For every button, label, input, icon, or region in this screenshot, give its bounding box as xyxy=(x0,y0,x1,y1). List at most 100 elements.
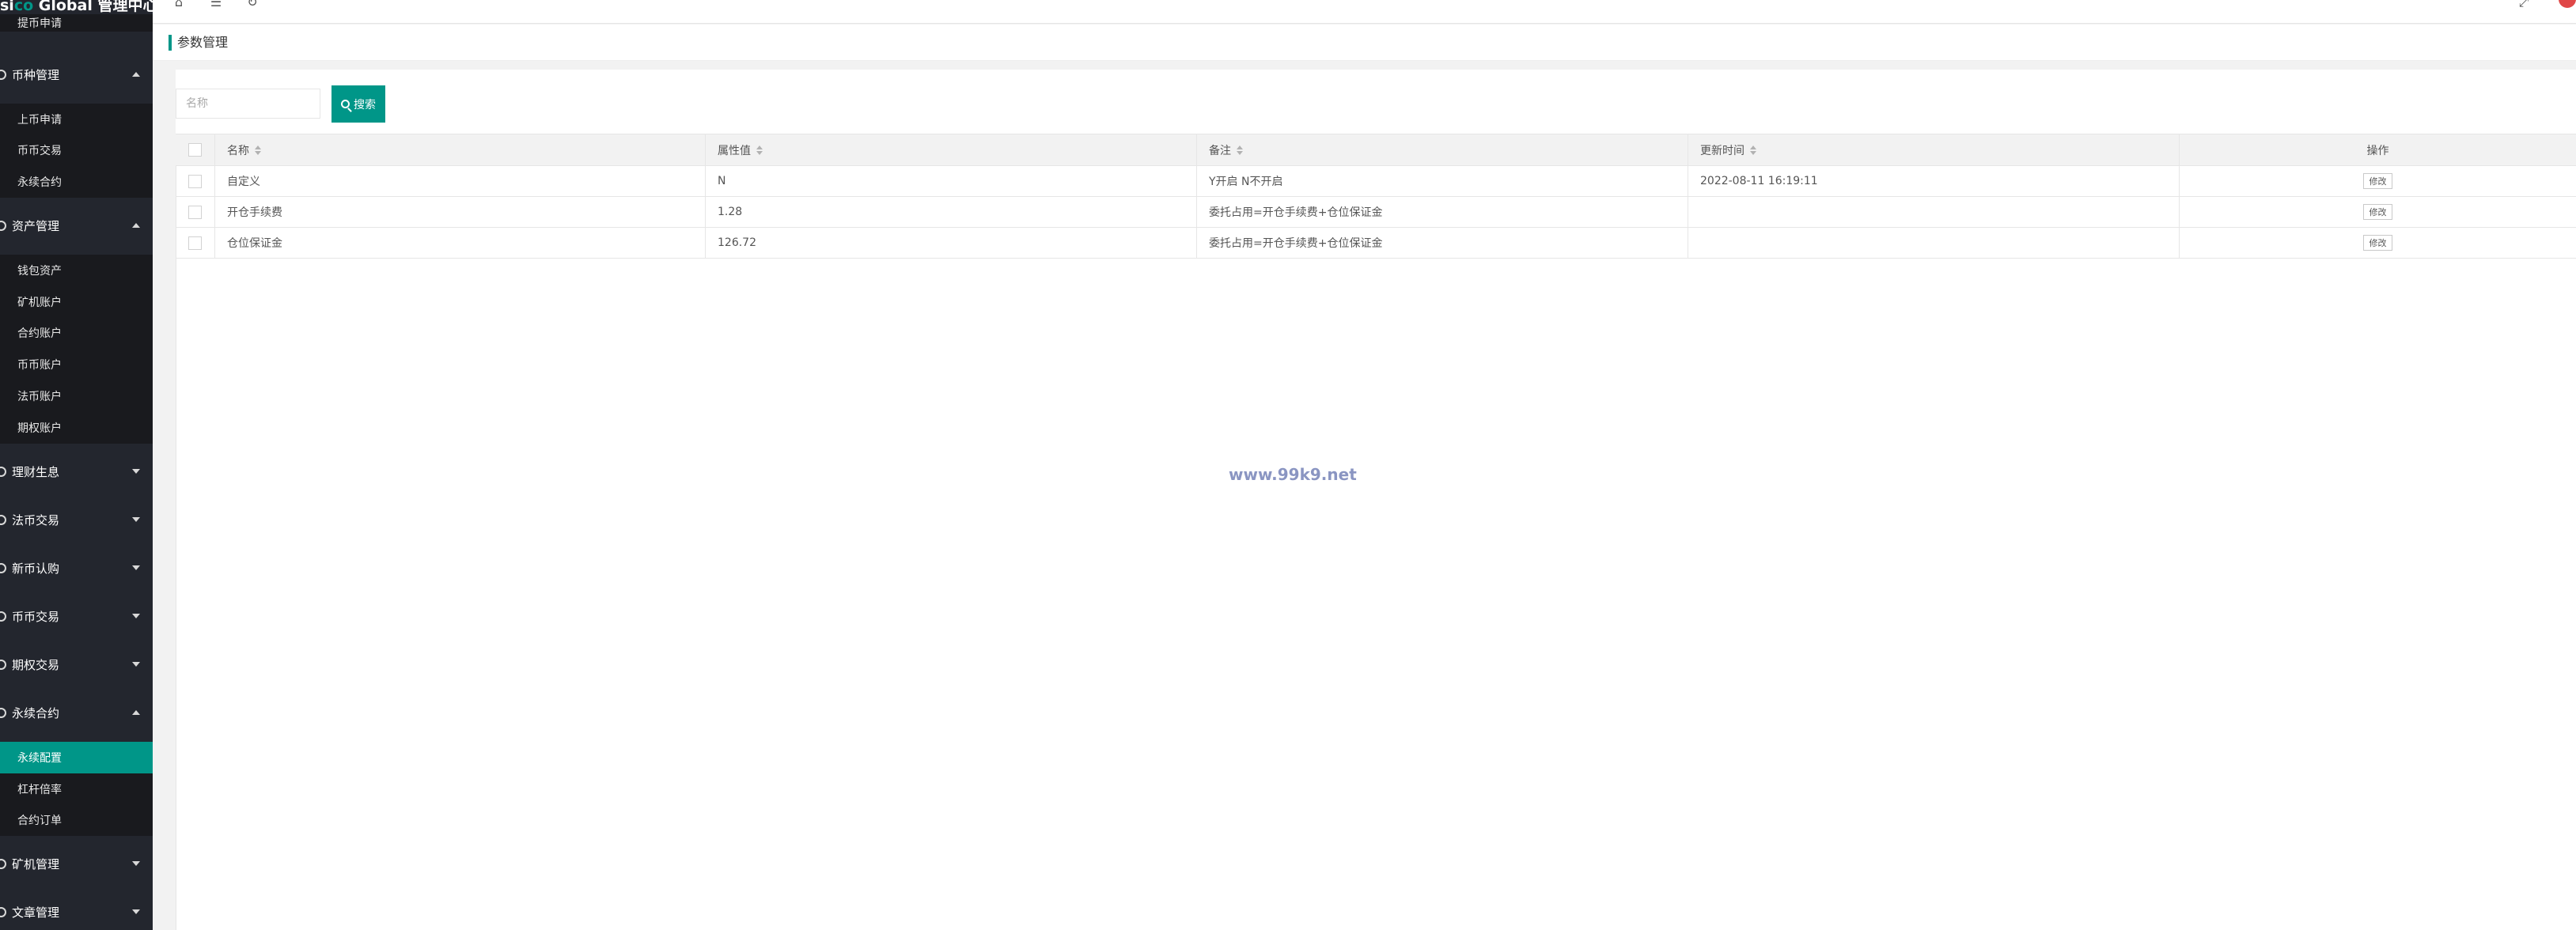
sidebar-group-options-trading[interactable]: 期权交易 xyxy=(0,648,153,680)
sort-icon[interactable] xyxy=(756,145,763,155)
content-card: 搜索 名称 属性值 备注 更新时间 操作 自定义 N Y开启 N不开启 2022… xyxy=(176,70,2576,930)
row-select-cell xyxy=(176,197,215,227)
sidebar-group-asset-management[interactable]: 资产管理 xyxy=(0,210,153,241)
sidebar-item-perpetual[interactable]: 永续合约 xyxy=(0,166,153,198)
edit-button[interactable]: 修改 xyxy=(2363,204,2392,220)
sidebar-group-label: 文章管理 xyxy=(12,905,60,920)
refresh-icon[interactable]: ↻ xyxy=(245,0,259,9)
sidebar-item-label: 永续配置 xyxy=(17,752,62,765)
table-row: 仓位保证金 126.72 委托占用=开仓手续费+仓位保证金 修改 xyxy=(176,228,2576,259)
wealth-icon xyxy=(0,466,6,477)
chevron-down-icon xyxy=(132,662,140,667)
sidebar-item-label: 法币账户 xyxy=(17,391,62,403)
search-input[interactable] xyxy=(176,89,320,119)
sidebar-item-label: 钱包资产 xyxy=(17,265,62,278)
subscription-icon xyxy=(0,562,6,573)
sort-icon[interactable] xyxy=(1750,145,1756,155)
cell-value: N xyxy=(706,166,1197,196)
sidebar-item-fiat-account[interactable]: 法币账户 xyxy=(0,380,153,412)
sidebar-item-wallet-assets[interactable]: 钱包资产 xyxy=(0,255,153,286)
watermark: www.99k9.net xyxy=(1229,465,1357,484)
sidebar-item-listing-request[interactable]: 上币申请 xyxy=(0,104,153,135)
sidebar-item-perpetual-config[interactable]: 永续配置 xyxy=(0,742,153,773)
page-title: 参数管理 xyxy=(177,35,229,50)
sidebar-group-label: 法币交易 xyxy=(12,512,60,527)
sort-icon[interactable] xyxy=(255,145,261,155)
column-header-remark[interactable]: 备注 xyxy=(1197,134,1688,165)
sidebar-item-label: 提币申请 xyxy=(17,17,62,30)
header-label: 备注 xyxy=(1209,144,1231,157)
column-header-value[interactable]: 属性值 xyxy=(706,134,1197,165)
sidebar-group-fiat-trading[interactable]: 法币交易 xyxy=(0,504,153,535)
edit-button[interactable]: 修改 xyxy=(2363,235,2392,251)
home-icon[interactable]: ⌂ xyxy=(172,0,186,9)
sidebar-item-label: 上币申请 xyxy=(17,114,62,127)
sidebar-group-wealth[interactable]: 理财生息 xyxy=(0,456,153,487)
cell-updated xyxy=(1688,197,2180,227)
breadcrumb: 参数管理 xyxy=(153,25,2576,61)
row-select-cell xyxy=(176,166,215,196)
sidebar-group-label: 新币认购 xyxy=(12,561,60,576)
search-button[interactable]: 搜索 xyxy=(331,85,385,123)
sort-icon[interactable] xyxy=(1237,145,1243,155)
fiat-icon xyxy=(0,514,6,525)
table-header-row: 名称 属性值 备注 更新时间 操作 xyxy=(176,134,2576,166)
column-header-action: 操作 xyxy=(2180,134,2576,165)
table-row: 开仓手续费 1.28 委托占用=开仓手续费+仓位保证金 修改 xyxy=(176,197,2576,228)
row-checkbox[interactable] xyxy=(188,174,202,188)
chevron-down-icon xyxy=(132,909,140,914)
sidebar-group-perpetual[interactable]: 永续合约 xyxy=(0,697,153,728)
article-icon xyxy=(0,906,6,917)
select-all-cell xyxy=(176,134,215,165)
sidebar-group-new-coin-subscription[interactable]: 新币认购 xyxy=(0,552,153,584)
cell-value: 1.28 xyxy=(706,197,1197,227)
params-table: 名称 属性值 备注 更新时间 操作 自定义 N Y开启 N不开启 2022-08… xyxy=(176,134,2576,259)
cell-value: 126.72 xyxy=(706,228,1197,258)
cell-remark: 委托占用=开仓手续费+仓位保证金 xyxy=(1197,228,1688,258)
sidebar-group-article-management[interactable]: 文章管理 xyxy=(0,896,153,928)
sidebar-item-spot-account[interactable]: 币币账户 xyxy=(0,349,153,380)
row-checkbox[interactable] xyxy=(188,205,202,219)
coin-icon xyxy=(0,69,6,80)
chevron-down-icon xyxy=(132,861,140,866)
sidebar-group-label: 币币交易 xyxy=(12,609,60,624)
sidebar-item-contract-account[interactable]: 合约账户 xyxy=(0,317,153,349)
column-header-updated[interactable]: 更新时间 xyxy=(1688,134,2180,165)
cell-remark: Y开启 N不开启 xyxy=(1197,166,1688,196)
sidebar-item-label: 矿机账户 xyxy=(17,297,62,309)
sidebar-group-label: 期权交易 xyxy=(12,657,60,672)
row-checkbox[interactable] xyxy=(188,236,202,250)
sidebar-item-spot-trading[interactable]: 币币交易 xyxy=(0,134,153,166)
menu-fold-icon[interactable]: ☰ xyxy=(209,0,223,9)
sidebar-item-miner-account[interactable]: 矿机账户 xyxy=(0,286,153,318)
sidebar-item-label: 币币交易 xyxy=(17,145,62,157)
cell-name: 开仓手续费 xyxy=(215,197,706,227)
select-all-checkbox[interactable] xyxy=(188,143,202,157)
sidebar-group-label: 币种管理 xyxy=(12,67,60,82)
sidebar-item-options-account[interactable]: 期权账户 xyxy=(0,412,153,444)
chevron-up-icon xyxy=(132,710,140,715)
chevron-up-icon xyxy=(132,72,140,77)
sidebar-item-contract-orders[interactable]: 合约订单 xyxy=(0,804,153,836)
avatar[interactable] xyxy=(2559,0,2576,8)
chevron-down-icon xyxy=(132,614,140,618)
sidebar-item-label: 永续合约 xyxy=(17,176,62,189)
sidebar-item-label: 合约账户 xyxy=(17,327,62,340)
cell-action: 修改 xyxy=(2180,166,2576,196)
sidebar-group-label: 矿机管理 xyxy=(12,856,60,871)
sidebar-group-miner-management[interactable]: 矿机管理 xyxy=(0,848,153,879)
edit-button[interactable]: 修改 xyxy=(2363,173,2392,189)
sidebar-item-leverage[interactable]: 杠杆倍率 xyxy=(0,773,153,805)
fullscreen-icon[interactable]: ⤢ xyxy=(2517,0,2531,9)
chevron-down-icon xyxy=(132,517,140,522)
chevron-up-icon xyxy=(132,223,140,228)
sidebar-group-coin-management[interactable]: 币种管理 xyxy=(0,59,153,90)
column-header-name[interactable]: 名称 xyxy=(215,134,706,165)
sidebar-group-label: 资产管理 xyxy=(12,218,60,233)
app-logo: sico Global 管理中心 xyxy=(0,0,153,14)
header-label: 属性值 xyxy=(718,144,751,157)
sidebar-item-withdraw-request[interactable]: 提币申请 xyxy=(0,14,153,32)
sidebar-group-label: 理财生息 xyxy=(12,464,60,479)
sidebar-item-label: 币币账户 xyxy=(17,359,62,372)
sidebar-group-spot-trading[interactable]: 币币交易 xyxy=(0,600,153,632)
